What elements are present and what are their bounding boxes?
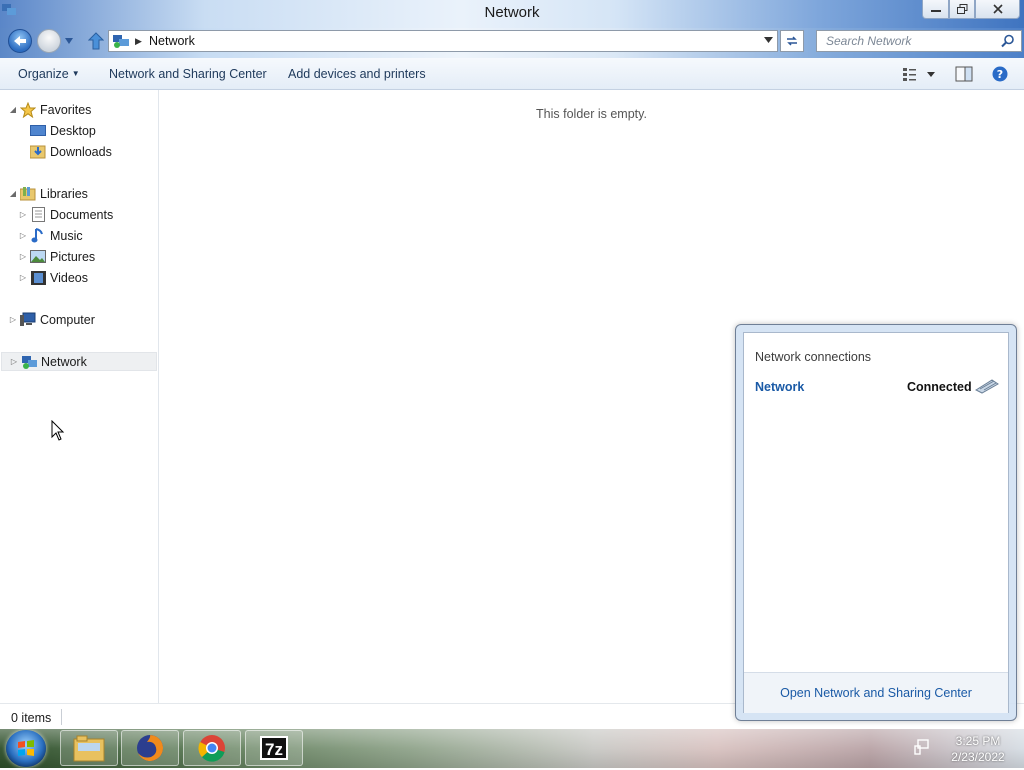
star-icon [20,101,36,118]
taskbar-file-explorer[interactable] [60,730,118,766]
clock-time: 3:25 PM [955,734,1001,748]
collapsed-arrow-icon[interactable]: ▷ [9,357,19,366]
change-view-icon[interactable] [900,66,938,82]
pictures-icon [30,249,46,265]
search-placeholder: Search Network [826,34,912,48]
navigation-pane: ◢ Favorites Desktop Downloads ◢ Librarie… [0,90,159,703]
firefox-icon [137,735,163,761]
network-connections-flyout: Network connections Network Connected Op… [735,324,1017,721]
forward-button[interactable] [37,29,61,53]
search-icon[interactable] [1001,34,1015,48]
file-explorer-icon [73,735,105,762]
refresh-button[interactable] [780,30,804,52]
expanded-arrow-icon[interactable]: ◢ [8,189,18,198]
minimize-button[interactable] [922,0,949,19]
title-bar: Network [0,0,1024,28]
tree-desktop[interactable]: Desktop [18,121,96,140]
taskbar-chrome[interactable] [183,730,241,766]
search-input[interactable]: Search Network [816,30,1022,52]
taskbar-firefox[interactable] [121,730,179,766]
flyout-header: Network connections [755,350,872,364]
documents-icon [30,207,46,223]
7zip-icon: 7z [260,736,288,760]
collapsed-arrow-icon[interactable]: ▷ [18,210,28,219]
tree-documents[interactable]: ▷ Documents [18,205,113,224]
address-dropdown-icon[interactable] [764,37,773,44]
tree-videos[interactable]: ▷ Videos [18,268,88,287]
back-button[interactable] [8,29,32,53]
computer-icon [20,312,36,328]
tree-downloads[interactable]: Downloads [18,142,112,161]
restore-icon [956,4,967,14]
expanded-arrow-icon[interactable]: ◢ [8,105,18,114]
tree-libraries[interactable]: ◢ Libraries [8,184,88,203]
collapsed-arrow-icon[interactable]: ▷ [18,231,28,240]
clock-date: 2/23/2022 [951,750,1005,764]
help-icon[interactable]: ? [992,66,1008,82]
add-devices-printers-button[interactable]: Add devices and printers [288,67,426,81]
network-icon [113,35,129,48]
start-button[interactable] [6,730,46,767]
empty-folder-message: This folder is empty. [536,107,647,121]
connection-status: Connected [907,380,972,394]
libraries-icon [20,186,36,202]
item-count: 0 items [11,711,52,725]
open-network-sharing-center-link[interactable]: Open Network and Sharing Center [744,686,1008,700]
music-icon [30,228,46,244]
breadcrumb-network[interactable]: Network [149,34,195,48]
tree-pictures[interactable]: ▷ Pictures [18,247,95,266]
windows-logo-icon [18,740,34,756]
status-divider [61,709,62,725]
network-sharing-center-button[interactable]: Network and Sharing Center [109,67,267,81]
collapsed-arrow-icon[interactable]: ▷ [18,273,28,282]
tree-computer[interactable]: ▷ Computer [8,310,95,329]
refresh-icon [787,36,797,46]
up-arrow-icon[interactable] [88,32,104,50]
taskbar: 7z 3:25 PM 2/23/2022 [0,729,1024,768]
chevron-down-icon: ▼ [71,69,80,78]
network-icon [21,354,37,370]
command-bar: Organize ▼ Network and Sharing Center Add… [0,58,1024,90]
window-title: Network [484,4,540,21]
organize-menu[interactable]: Organize ▼ [18,67,80,81]
svg-text:?: ? [997,68,1003,81]
network-tray-icon[interactable] [914,739,930,755]
tree-network[interactable]: ▷ Network [1,352,157,371]
restore-button[interactable] [949,0,975,19]
flyout-footer: Open Network and Sharing Center [744,672,1008,713]
downloads-folder-icon [30,144,46,160]
preview-pane-icon[interactable] [955,66,973,82]
tree-favorites[interactable]: ◢ Favorites [8,100,91,119]
system-clock[interactable]: 3:25 PM 2/23/2022 [938,733,1018,765]
flyout-body: Network connections Network Connected Op… [743,332,1009,713]
collapsed-arrow-icon[interactable]: ▷ [8,315,18,324]
recent-pages-chevron-icon[interactable] [64,37,74,45]
close-button[interactable] [975,0,1020,19]
address-bar[interactable]: ▶ Network [108,30,778,52]
mouse-cursor-icon [51,420,65,441]
navigation-bar: ▶ Network Search Network [0,28,1024,58]
minimize-icon [930,10,941,12]
breadcrumb-separator-icon[interactable]: ▶ [135,36,142,47]
collapsed-arrow-icon[interactable]: ▷ [18,252,28,261]
taskbar-7zip[interactable]: 7z [245,730,303,766]
close-icon [992,4,1003,14]
desktop-icon [30,123,46,139]
ethernet-icon [974,379,999,394]
videos-icon [30,270,46,286]
back-arrow-icon [14,36,26,46]
chrome-icon [198,735,225,762]
connection-name[interactable]: Network [755,380,804,394]
tree-music[interactable]: ▷ Music [18,226,83,245]
